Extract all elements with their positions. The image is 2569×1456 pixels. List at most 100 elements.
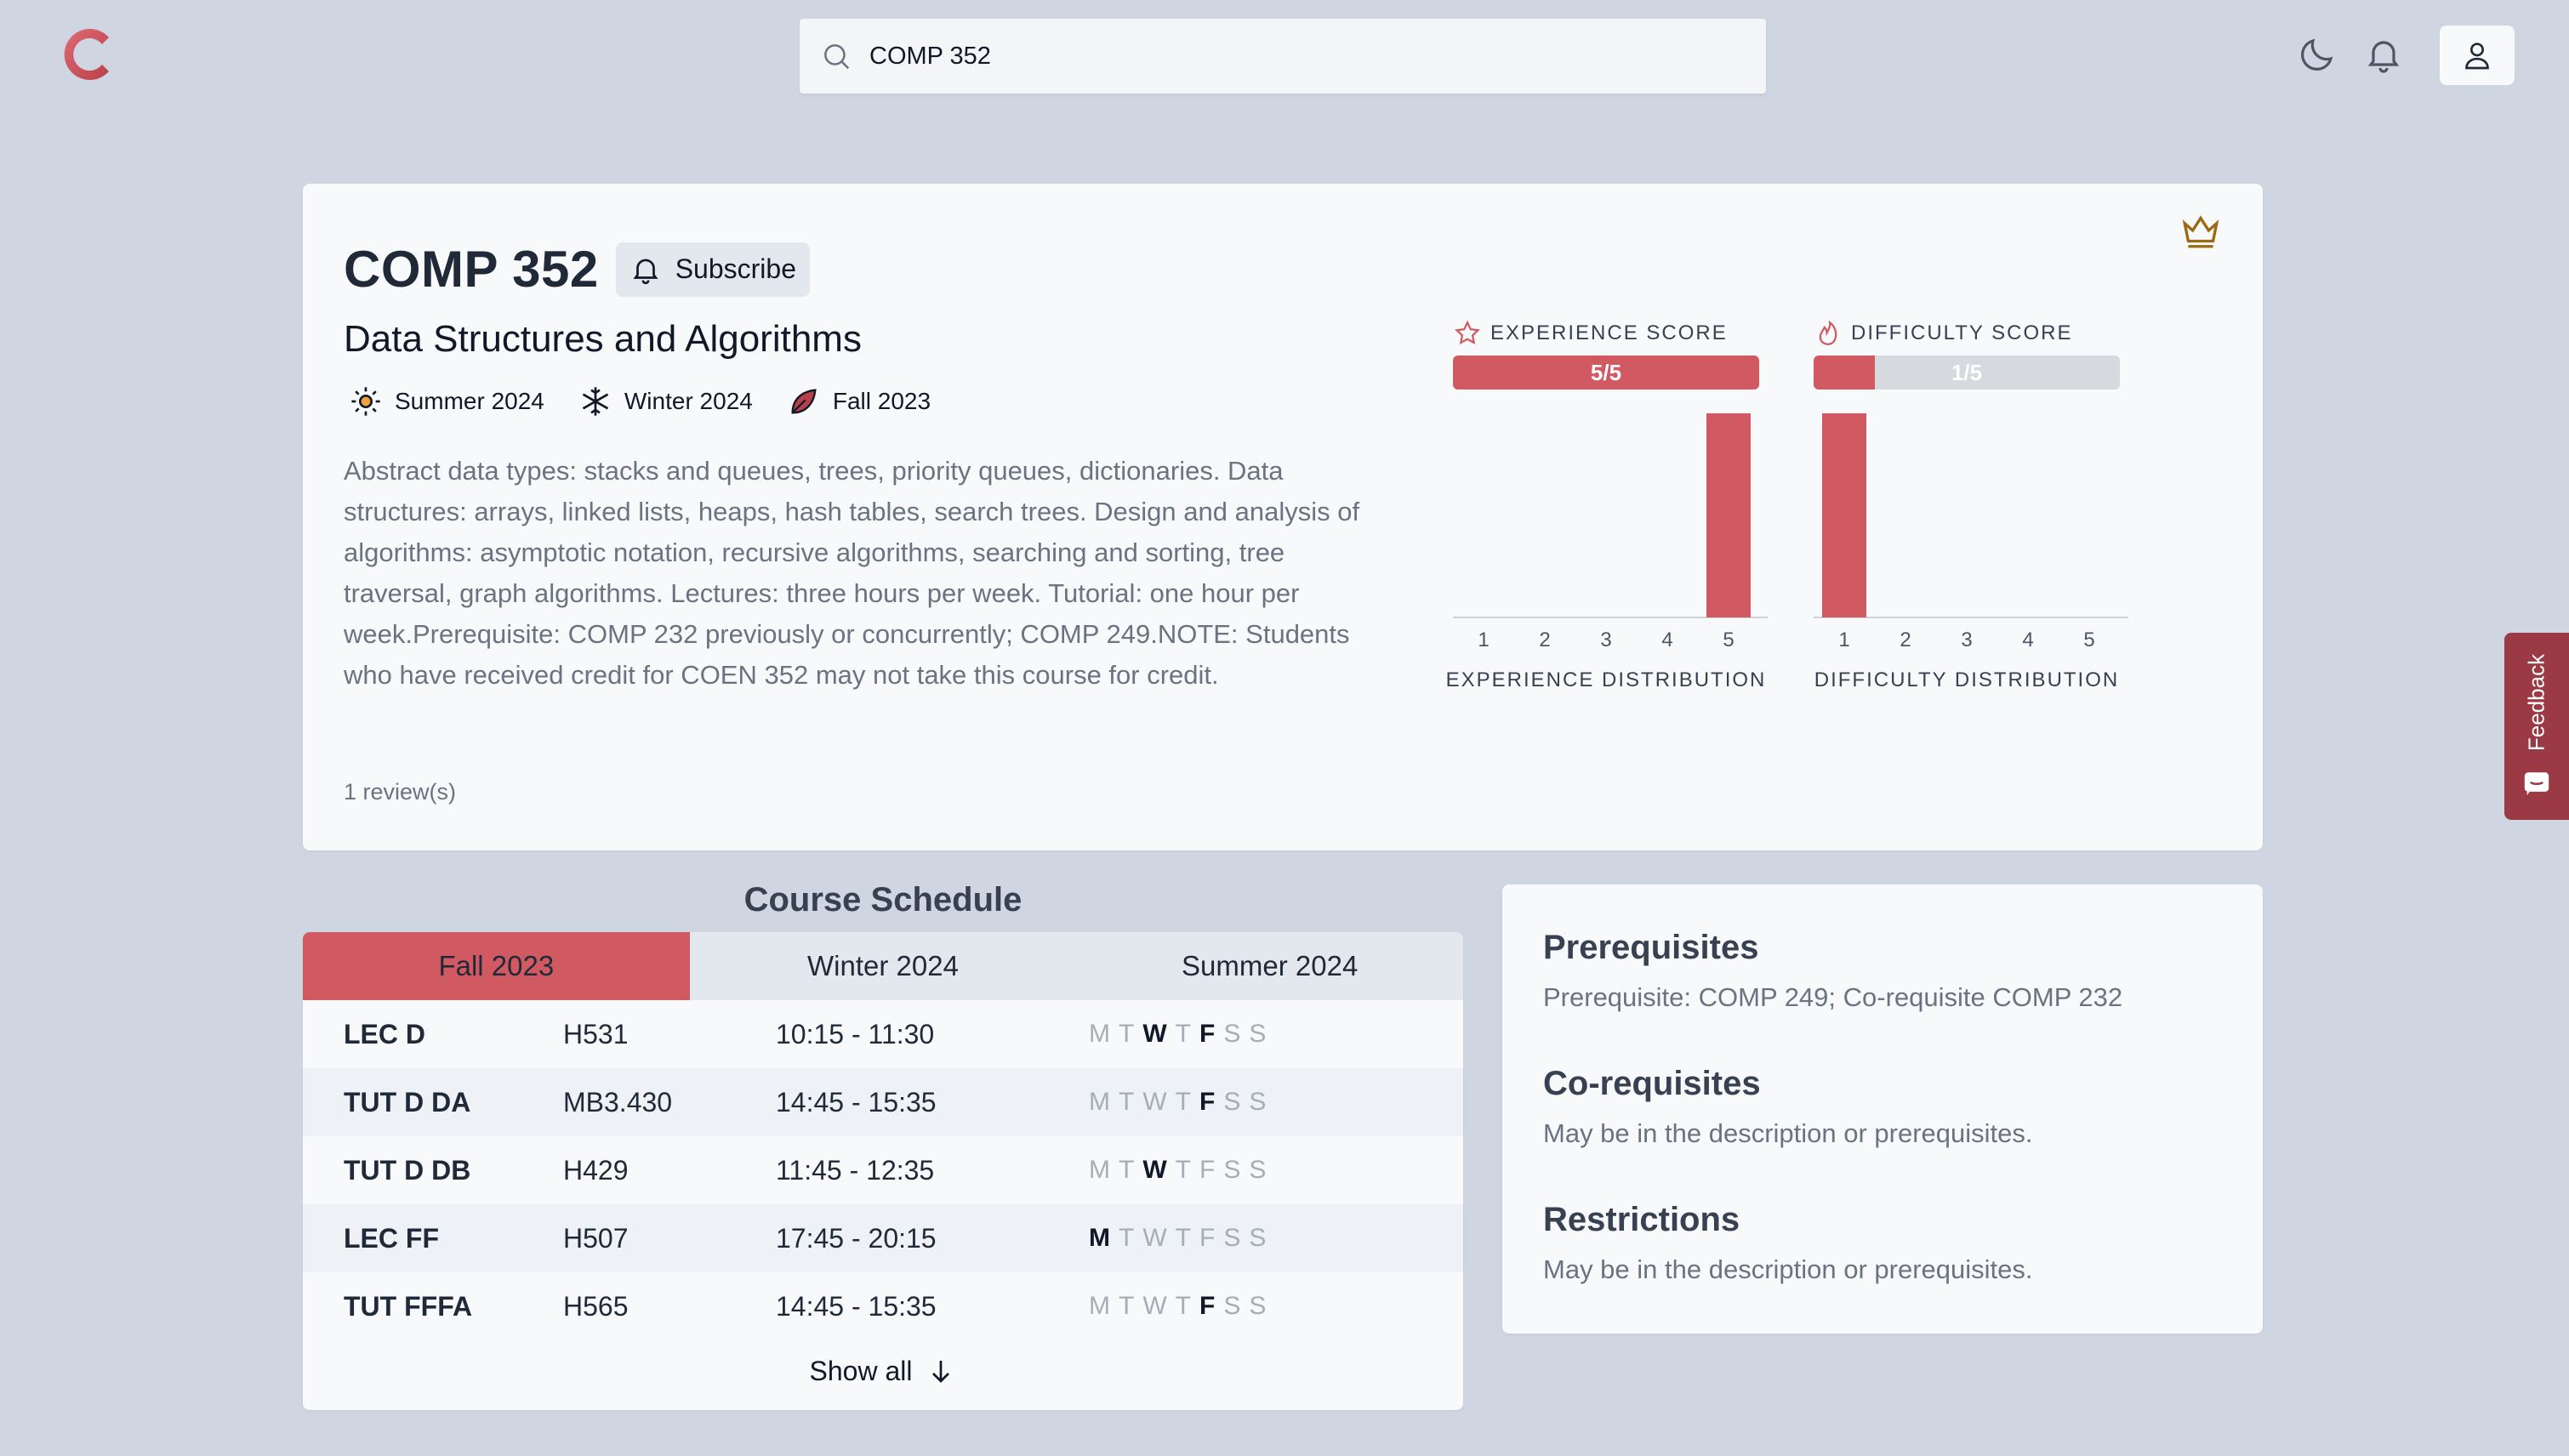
day-letter: S <box>1249 1020 1267 1048</box>
tick-label: 3 <box>1961 628 1972 651</box>
moon-icon <box>2301 38 2333 71</box>
tick-label: 1 <box>1838 628 1849 651</box>
prerequisites-heading: Prerequisites <box>1543 929 1759 966</box>
corequisites-section: Co-requisites May be in the description … <box>1543 1065 2033 1149</box>
schedule-row[interactable]: TUT D DA MB3.430 14:45 - 15:35 M T W T F S S <box>303 1068 1463 1136</box>
day-letter: W <box>1142 1156 1167 1184</box>
review-count[interactable]: 1 review(s) <box>344 779 456 805</box>
time-cell: 14:45 - 15:35 <box>776 1086 937 1118</box>
difficulty-distribution-svg: 1 2 3 4 5 <box>1814 413 2128 651</box>
sun-icon <box>351 387 380 416</box>
day-letter: M <box>1089 1088 1110 1116</box>
course-name: Data Structures and Algorithms <box>344 318 862 360</box>
tick-label: 3 <box>1600 628 1611 651</box>
schedule-row[interactable]: LEC D H531 10:15 - 11:30 M T W T F S S <box>303 1000 1463 1068</box>
score-label: EXPERIENCE SCORE <box>1490 321 1728 344</box>
dark-mode-toggle[interactable] <box>2297 34 2338 75</box>
bar-1 <box>1822 413 1866 617</box>
days-cell: MTWTFSS <box>1089 1224 1274 1253</box>
score-label: DIFFICULTY SCORE <box>1851 321 2073 344</box>
term-label: Fall 2023 <box>832 388 931 414</box>
day-letter: F <box>1199 1156 1216 1184</box>
day-letter: T <box>1175 1088 1191 1116</box>
term-winter: Winter 2024 <box>578 384 753 418</box>
prerequisites-text: Prerequisite: COMP 249; Co-requisite COM… <box>1543 982 2123 1012</box>
section-cell: TUT D DA <box>344 1086 471 1118</box>
difficulty-score-bar: 1/5 <box>1814 355 2120 390</box>
day-letter: S <box>1223 1224 1241 1252</box>
notifications-button[interactable] <box>2363 34 2404 75</box>
course-description: Abstract data types: stacks and queues, … <box>344 456 1360 690</box>
day-letter: S <box>1249 1156 1267 1184</box>
room-cell: H565 <box>563 1290 629 1322</box>
day-letter: T <box>1119 1020 1135 1048</box>
experience-score: EXPERIENCE SCORE 5/5 <box>1453 318 1759 390</box>
search-bar[interactable] <box>800 19 1766 94</box>
section-cell: TUT FFFA <box>344 1290 473 1322</box>
schedule-tabs: Fall 2023 Winter 2024 Summer 2024 <box>303 932 1463 1000</box>
day-letter: T <box>1119 1224 1135 1252</box>
day-letter: W <box>1142 1020 1167 1048</box>
prerequisites-section: Prerequisites Prerequisite: COMP 249; Co… <box>1543 929 2122 1013</box>
show-all-label: Show all <box>809 1355 913 1386</box>
day-letter: M <box>1089 1292 1110 1320</box>
term-list: Summer 2024 Winter 2024 Fall 2023 <box>349 384 965 418</box>
day-letter: T <box>1119 1156 1135 1184</box>
days-cell: MTWTFSS <box>1089 1088 1274 1117</box>
term-summer: Summer 2024 <box>349 384 544 418</box>
logo[interactable] <box>54 20 122 88</box>
search-icon <box>824 44 850 70</box>
schedule-title: Course Schedule <box>743 881 1022 919</box>
user-menu-button[interactable] <box>2440 26 2515 85</box>
day-letter: S <box>1249 1224 1267 1252</box>
crown-icon[interactable] <box>2179 209 2222 252</box>
term-fall: Fall 2023 <box>787 384 931 418</box>
days-cell: MTWTFSS <box>1089 1292 1274 1321</box>
flame-icon <box>1819 320 1837 345</box>
tab-fall-2023[interactable]: Fall 2023 <box>303 932 690 1000</box>
day-letter: T <box>1119 1292 1135 1320</box>
day-letter: F <box>1199 1224 1216 1252</box>
tick-label: 4 <box>1661 628 1672 651</box>
star-icon <box>1455 320 1480 345</box>
schedule-row[interactable]: LEC FF H507 17:45 - 20:15 M T W T F S S <box>303 1204 1463 1272</box>
day-letter: T <box>1175 1292 1191 1320</box>
course-card: COMP 352 Subscribe Data Structures and A… <box>303 184 2263 850</box>
day-letter: M <box>1089 1224 1110 1252</box>
section-cell: TUT D DB <box>344 1154 471 1186</box>
tick-label: 5 <box>2083 628 2094 651</box>
time-cell: 10:15 - 11:30 <box>776 1018 935 1049</box>
difficulty-distribution-chart: 1 2 3 4 5 <box>1814 410 2128 651</box>
schedule-rows: LEC D H531 10:15 - 11:30 M T W T F S S TUT D DA MB3… <box>303 1000 1463 1340</box>
schedule-row[interactable]: TUT D DB H429 11:45 - 12:35 M T W T F S S <box>303 1136 1463 1204</box>
score-value: 5/5 <box>1590 359 1622 385</box>
day-letter: T <box>1119 1088 1135 1116</box>
feedback-tab[interactable]: Feedback <box>2504 633 2569 820</box>
tab-summer-2024[interactable]: Summer 2024 <box>1076 932 1463 1000</box>
room-cell: H429 <box>563 1154 629 1186</box>
tick-label: 4 <box>2022 628 2033 651</box>
schedule-row[interactable]: TUT FFFA H565 14:45 - 15:35 M T W T F S S <box>303 1272 1463 1340</box>
search-input[interactable] <box>869 42 1720 71</box>
show-all-button[interactable]: Show all <box>303 1342 1463 1400</box>
days-cell: MTWTFSS <box>1089 1156 1274 1185</box>
feedback-label: Feedback <box>2523 653 2549 752</box>
corequisites-heading: Co-requisites <box>1543 1065 1761 1102</box>
difficulty-score: DIFFICULTY SCORE 1/5 <box>1814 318 2120 390</box>
day-letter: F <box>1199 1088 1216 1116</box>
bar-5 <box>1706 413 1751 617</box>
day-letter: S <box>1223 1156 1241 1184</box>
tick-label: 2 <box>1539 628 1550 651</box>
room-cell: MB3.430 <box>563 1086 673 1118</box>
tab-winter-2024[interactable]: Winter 2024 <box>689 932 1077 1000</box>
day-letter: T <box>1175 1020 1191 1048</box>
tick-label: 1 <box>1478 628 1489 651</box>
bell-icon <box>2367 41 2400 73</box>
restrictions-text: May be in the description or prerequisit… <box>1543 1254 2033 1284</box>
experience-distribution-svg: 1 2 3 4 5 <box>1453 413 1768 651</box>
section-cell: LEC FF <box>344 1222 439 1254</box>
bell-icon <box>633 259 658 284</box>
day-letter: F <box>1199 1292 1216 1320</box>
day-letter: T <box>1175 1156 1191 1184</box>
subscribe-button[interactable]: Subscribe <box>615 242 810 297</box>
